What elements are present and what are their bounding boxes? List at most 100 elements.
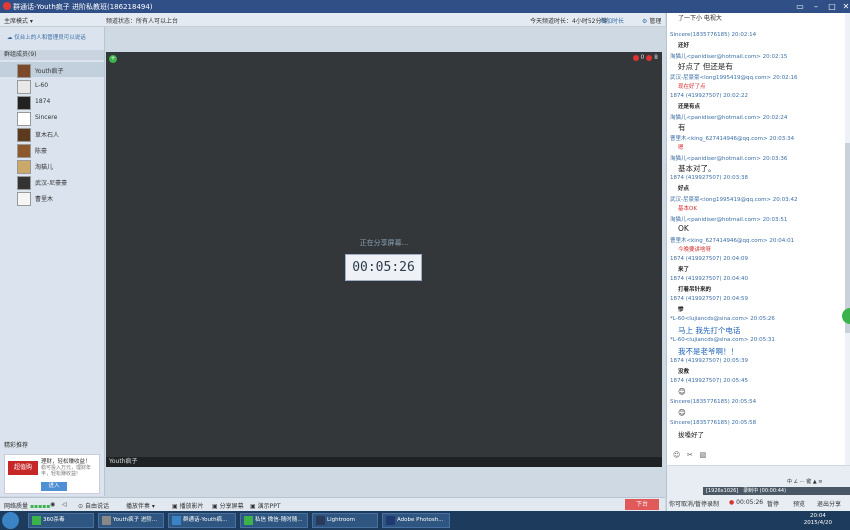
taskbar-item[interactable]: Youth疯子 进阶...	[98, 513, 164, 528]
chat-message-text: 基本OK	[678, 206, 697, 212]
member-name: 陈豪	[35, 148, 48, 155]
sharing-status: 正在分享屏幕...	[359, 239, 409, 247]
ad-title: 理财，轻松赚收益！	[41, 459, 91, 465]
preview-button[interactable]: 预览	[793, 499, 805, 508]
present-ppt-label: 演示PPT	[257, 503, 281, 510]
start-button[interactable]	[2, 512, 19, 529]
member-item[interactable]: L-60	[0, 78, 104, 94]
clock-date: 2015/4/20	[803, 520, 832, 526]
chat-scroll-thumb[interactable]	[845, 143, 850, 333]
pause-recording-button[interactable]: 暂停	[767, 499, 779, 508]
avatar	[17, 192, 31, 206]
member-name: 武汉-尼豪豪	[35, 180, 68, 187]
member-item[interactable]: 草木石人	[0, 126, 104, 142]
exit-share-button[interactable]: 退出分享	[817, 499, 841, 508]
chat-message-text: 还是有点	[678, 104, 701, 110]
chat-message-header: *L-60<lujiancds@sina.com> 20:05:26	[670, 316, 775, 322]
chat-message-text: 好点了 但还是有	[678, 62, 733, 71]
chat-message-header: 1874 (419927507) 20:05:39	[670, 358, 748, 364]
system-clock[interactable]: 20:04 2015/4/20	[804, 513, 832, 527]
app-icon	[102, 516, 111, 525]
chat-message-text: 基本对了。	[678, 164, 716, 173]
chat-message-text: 拔嗓好了	[678, 431, 704, 439]
play-movie-button[interactable]: ▣ 播放影片	[172, 501, 204, 510]
mic-icon[interactable]: ◉	[50, 501, 55, 508]
chat-message-header: 1874 (419927507) 20:03:38	[670, 175, 748, 181]
chat-message-header: *L-60<lujiancds@sina.com> 20:05:31	[670, 337, 775, 343]
app-icon	[316, 516, 325, 525]
chat-message-header: 淘猫儿<panidiser@hotmail.com> 20:02:15	[670, 54, 788, 60]
gear-icon: ⚙	[642, 18, 648, 25]
chat-message-header: 淘猫儿<panidiser@hotmail.com> 20:02:24	[670, 115, 788, 121]
presenter-name: Youth疯子	[106, 457, 662, 467]
chat-message-text: 打着吊针来的	[678, 287, 712, 293]
network-quality: 网络质量 ▪▪▪▪▪	[4, 501, 50, 510]
channel-duration: 今天频道时长：4小时52分钟	[530, 18, 608, 25]
ad-banner[interactable]: 超值购 理财，轻松赚收益！ 稳可投入万元，理财年丰，轻松赚收益! 进入	[4, 454, 100, 494]
avatar	[17, 176, 31, 190]
banner-text: 仅台上的人和管理员可以说话	[14, 35, 86, 41]
app-logo-icon	[3, 2, 11, 10]
taskbar-item[interactable]: Lightroom	[312, 513, 378, 528]
speaker-icon[interactable]: ◁	[62, 501, 67, 508]
taskbar-item[interactable]: 群通话-Youth疯...	[168, 513, 236, 528]
chat-message-text: 还好	[678, 43, 690, 49]
member-item[interactable]: 淘猫儿	[0, 158, 104, 174]
mic-count-icon	[632, 54, 639, 61]
ad-enter-button[interactable]: 进入	[41, 482, 67, 491]
free-speak-label: 自由说话	[84, 503, 109, 510]
member-item[interactable]: 曹里木	[0, 190, 104, 206]
chat-panel[interactable]: 了一下小 电视大 Sincere(1835776185) 20:02:14 还好淘…	[666, 13, 850, 465]
leave-stage-button[interactable]: 下台	[625, 499, 659, 510]
member-panel: ☁ 仅台上的人和管理员可以说话 群组成员(9) Youth疯子 L-60 1874 S…	[0, 27, 105, 496]
member-item[interactable]: 陈豪	[0, 142, 104, 158]
app-icon	[172, 516, 181, 525]
signal-bars-icon: ▪▪▪▪▪	[29, 503, 51, 510]
app-icon	[386, 516, 395, 525]
member-item[interactable]: 1874	[0, 94, 104, 110]
present-ppt-button[interactable]: ▣ 演示PPT	[250, 501, 280, 510]
speak-permission-banner: ☁ 仅台上的人和管理员可以说话	[3, 31, 99, 45]
taskbar-item[interactable]: 360杀毒	[28, 513, 94, 528]
recording-status: 录制中 (00:00:44)	[743, 488, 787, 494]
title-bar: 群通话-Youth疯子 进阶私教班(186218494) ▭ – □ ✕	[0, 0, 850, 13]
manage-button[interactable]: ⚙ 管理	[642, 16, 661, 25]
taskbar-item[interactable]: Adobe Photosh...	[382, 513, 450, 528]
extend-duration-link[interactable]: 增加时长	[600, 16, 624, 25]
avatar	[17, 128, 31, 142]
member-name: Youth疯子	[35, 68, 64, 75]
member-name: 曹里木	[35, 196, 54, 203]
avatar	[17, 80, 31, 94]
chat-message-header: Sincere(1835776185) 20:05:54	[670, 399, 757, 405]
scissors-icon[interactable]: ✂	[687, 451, 693, 459]
chat-message-header: Sincere(1835776185) 20:02:14	[670, 32, 757, 38]
member-item[interactable]: 武汉-尼豪豪	[0, 174, 104, 190]
member-item[interactable]: Youth疯子	[0, 62, 104, 78]
close-button[interactable]: ✕	[836, 0, 850, 13]
avatar	[17, 112, 31, 126]
chat-message-text: 嗯	[678, 145, 684, 151]
taskbar-item-label: Adobe Photosh...	[397, 517, 444, 523]
member-item[interactable]: Sincere	[0, 110, 104, 126]
accompaniment-dropdown[interactable]: 播放伴奏 ▾	[126, 501, 155, 510]
recommend-header: 精彩推荐	[4, 442, 29, 449]
chat-message-text: 来了	[678, 267, 690, 273]
chat-message-header: 武汉-尼豪豪<long1995419@qq.com> 20:03:42	[670, 197, 798, 203]
recording-bar: [1926x1026] 录制中 (00:00:44)	[703, 487, 850, 495]
emoji-icon[interactable]: ☺	[673, 451, 680, 459]
free-speak-button[interactable]: ⊙ 自由说话	[78, 501, 109, 510]
taskbar-item[interactable]: 私信 微信-随时随...	[240, 513, 308, 528]
chat-scrollbar[interactable]	[845, 13, 850, 465]
ad-desc: 稳可投入万元，理财年丰，轻松赚收益!	[41, 465, 92, 477]
mode-dropdown[interactable]: 主席模式 ▾	[4, 16, 33, 25]
chat-message-header: 1874 (419927507) 20:04:40	[670, 276, 748, 282]
live-indicator-icon: +	[109, 55, 117, 63]
recording-time-value: 00:05:26	[736, 499, 764, 506]
image-icon[interactable]: ▧	[700, 451, 707, 459]
member-name: 1874	[35, 98, 51, 105]
viewer-count-icon	[646, 54, 653, 61]
share-screen-button[interactable]: ▣ 分享屏幕	[212, 501, 244, 510]
member-name: Sincere	[35, 114, 58, 121]
ime-toolbar[interactable]: 中 ∠ ⋯ 键 ▲ ≡	[787, 478, 822, 485]
chat-message-text: OK	[678, 224, 689, 233]
